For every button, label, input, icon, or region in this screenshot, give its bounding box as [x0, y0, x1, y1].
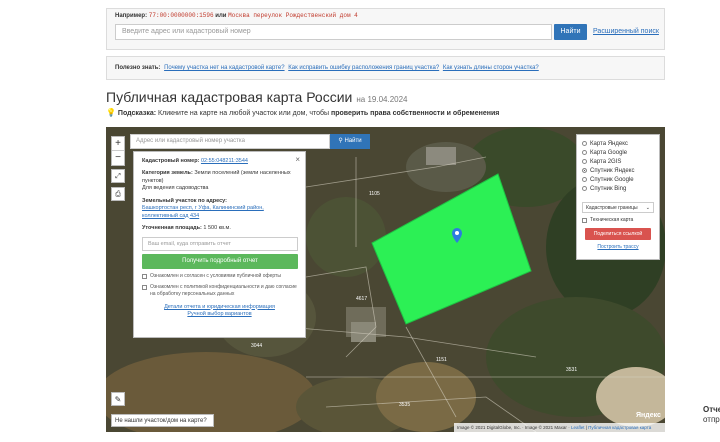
- layer-option[interactable]: Карта Яндекс: [582, 139, 654, 148]
- close-icon[interactable]: ×: [295, 155, 300, 166]
- example-label: Например:: [115, 13, 148, 19]
- parcel-number: 4617: [356, 296, 368, 302]
- zoom-control: + −: [111, 136, 125, 166]
- lightbulb-icon: 💡: [106, 108, 116, 117]
- consent-offer-text: Ознакомлен и согласен с условиями публич…: [150, 273, 281, 280]
- get-report-button[interactable]: Получить подробный отчет: [142, 254, 298, 270]
- manual-choice-link[interactable]: Ручной выбор вариантов: [142, 311, 297, 318]
- checkbox[interactable]: [142, 274, 147, 280]
- page-date: на 19.04.2024: [356, 95, 408, 104]
- not-found-link[interactable]: Не нашли участок/дом на карте?: [111, 414, 214, 427]
- search-input[interactable]: Введите адрес или кадастровый номер: [115, 24, 552, 40]
- example-number[interactable]: 77:00:0000000:1596: [149, 12, 214, 19]
- checkbox[interactable]: [582, 217, 587, 223]
- radio[interactable]: [582, 159, 587, 164]
- page-title: Публичная кадастровая карта России на 19.…: [106, 89, 408, 105]
- route-link[interactable]: Построить трассу: [582, 244, 654, 250]
- usage-value: Для ведения садоводства: [142, 185, 209, 192]
- search-example: Например: 77:00:0000000:1596 или Москва …: [115, 12, 358, 19]
- category-label: Категория земель:: [142, 170, 193, 177]
- zoom-in-button[interactable]: +: [112, 137, 124, 151]
- useful-label: Полезно знать:: [115, 65, 161, 71]
- useful-info-bar: Полезно знать: Почему участка нет на кад…: [106, 56, 665, 80]
- useful-link-2[interactable]: Как исправить ошибку расположения границ…: [288, 65, 439, 71]
- layer-label: Спутник Bing: [590, 185, 627, 192]
- search-button[interactable]: Найти: [554, 24, 587, 40]
- parcel-number: 3531: [566, 367, 578, 373]
- map-search-input[interactable]: Адрес или кадастровый номер участка: [130, 134, 330, 149]
- example-or: или: [215, 13, 227, 19]
- layer-option[interactable]: Карта Google: [582, 148, 654, 157]
- radio[interactable]: [582, 186, 587, 191]
- radio[interactable]: [582, 141, 587, 146]
- leaflet-link[interactable]: Leaflet: [571, 425, 585, 430]
- email-input[interactable]: Ваш email, куда отправить отчет: [142, 237, 298, 252]
- address-link[interactable]: Башкортостан респ, г Уфа, Калининский ра…: [142, 205, 264, 218]
- layer-label: Карта Яндекс: [590, 140, 628, 147]
- page: Например: 77:00:0000000:1596 или Москва …: [0, 0, 720, 442]
- area-label: Уточненная площадь:: [142, 224, 202, 231]
- fullscreen-icon[interactable]: ⤢: [111, 169, 125, 183]
- parcel-info-popup: × Кадастровый номер: 02:55:048211:3544 К…: [133, 151, 306, 338]
- layer-label: Спутник Яндекс: [590, 167, 635, 174]
- consent-privacy[interactable]: Ознакомлен с политикой конфиденциальност…: [142, 284, 297, 298]
- zoom-out-button[interactable]: −: [112, 151, 124, 165]
- useful-link-3[interactable]: Как узнать длины сторон участка?: [443, 65, 539, 71]
- boundaries-select-value: Кадастровые границы: [586, 205, 638, 211]
- cadastral-number-link[interactable]: 02:55:048211:3544: [201, 158, 248, 164]
- share-link-button[interactable]: Поделиться ссылкой: [585, 228, 651, 240]
- area-value: 1 500 кв.м.: [203, 224, 231, 231]
- map-search-button[interactable]: ⚲ Найти: [330, 134, 370, 149]
- cadastral-label: Кадастровый номер:: [142, 158, 200, 164]
- parcel-number: 1105: [369, 191, 380, 197]
- layers-panel: Карта Яндекс Карта Google Карта 2GIS Спу…: [576, 134, 660, 260]
- consent-offer[interactable]: Ознакомлен и согласен с условиями публич…: [142, 273, 297, 280]
- report-details-link[interactable]: Детали отчета и юридическая информация: [142, 304, 297, 311]
- advanced-search-link[interactable]: Расширенный поиск: [593, 28, 659, 35]
- attribution-link[interactable]: Публичная кадастровая карта: [588, 425, 651, 430]
- useful-link-1[interactable]: Почему участка нет на кадастровой карте?: [164, 65, 284, 71]
- radio-selected[interactable]: [582, 168, 587, 173]
- layer-label: Карта 2GIS: [590, 158, 622, 165]
- side-panel-cutoff: Отче отпра: [703, 405, 720, 426]
- search-icon: ⚲: [338, 138, 343, 144]
- page-title-text: Публичная кадастровая карта России: [106, 89, 353, 105]
- chevron-down-icon: ⌄: [645, 205, 650, 211]
- layer-label: Карта Google: [590, 149, 628, 156]
- tech-map-label: Техническая карта: [590, 217, 634, 223]
- map-search-button-label: Найти: [344, 138, 362, 144]
- radio[interactable]: [582, 177, 587, 182]
- layer-label: Спутник Google: [590, 176, 634, 183]
- hint: 💡 Подсказка: Кликните на карте на любой …: [106, 108, 499, 117]
- side-line-1: Отче: [703, 405, 720, 414]
- parcel-number: 3535: [399, 402, 411, 408]
- layer-option[interactable]: Карта 2GIS: [582, 157, 654, 166]
- print-icon[interactable]: ⎙: [111, 187, 125, 201]
- popup-footer-links: Детали отчета и юридическая информация Р…: [142, 304, 297, 319]
- pencil-icon[interactable]: ✎: [111, 392, 125, 406]
- radio[interactable]: [582, 150, 587, 155]
- search-panel: Например: 77:00:0000000:1596 или Москва …: [106, 8, 665, 50]
- parcel-number: 1151: [436, 357, 447, 363]
- map-attribution: Image © 2021 DigitalGlobe, Inc. · Image …: [454, 423, 665, 432]
- layer-option[interactable]: Спутник Google: [582, 175, 654, 184]
- hint-bold: проверить права собственности и обремене…: [330, 110, 500, 117]
- layer-option-selected[interactable]: Спутник Яндекс: [582, 166, 654, 175]
- attribution-text: Image © 2021 DigitalGlobe, Inc. · Image …: [457, 425, 567, 430]
- side-line-2: отпра: [703, 415, 720, 425]
- layer-option[interactable]: Спутник Bing: [582, 184, 654, 193]
- consent-privacy-text: Ознакомлен с политикой конфиденциальност…: [150, 284, 297, 297]
- address-label: Земельный участок по адресу:: [142, 197, 227, 204]
- example-address[interactable]: Москва переулок Рождественский дом 4: [228, 12, 358, 19]
- hint-text: Кликните на карте на любой участок или д…: [158, 110, 330, 117]
- hint-label: Подсказка:: [117, 110, 157, 117]
- cadastral-map[interactable]: 1105 4617 3044 1151 3535 3531 + − ⤢ ⎙ Ад…: [106, 127, 665, 432]
- tech-map-toggle[interactable]: Техническая карта: [582, 217, 654, 223]
- checkbox[interactable]: [142, 285, 147, 291]
- yandex-logo: Яндекс: [636, 412, 661, 419]
- boundaries-select[interactable]: Кадастровые границы ⌄: [582, 202, 654, 213]
- parcel-number: 3044: [251, 343, 263, 349]
